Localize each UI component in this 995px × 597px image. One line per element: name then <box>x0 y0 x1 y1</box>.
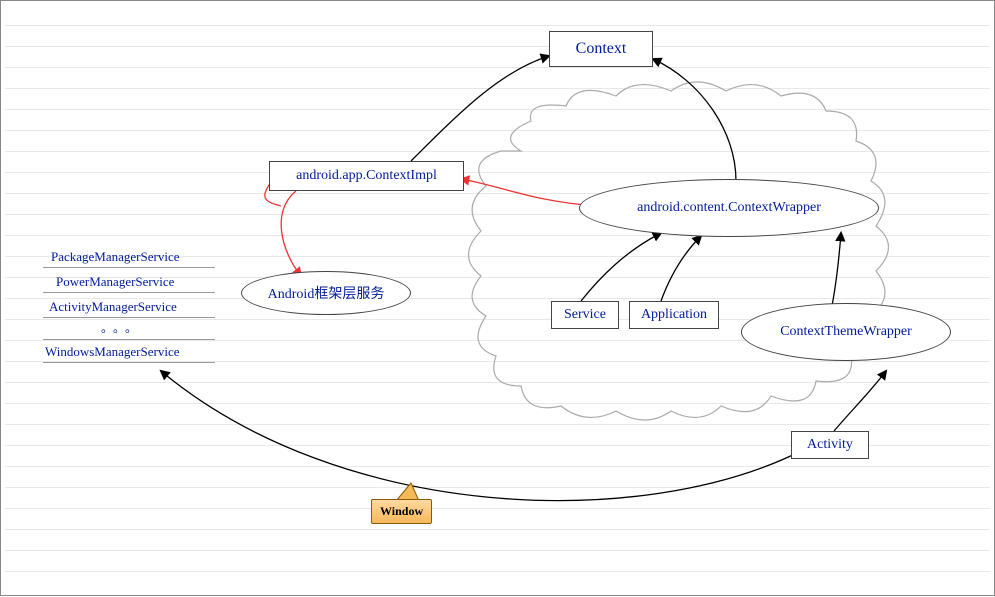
ruled-background <box>5 5 990 591</box>
service-underline <box>43 339 215 340</box>
service-item: WindowsManagerService <box>45 344 180 360</box>
service-item: PackageManagerService <box>51 249 180 265</box>
service-item: PowerManagerService <box>56 274 174 290</box>
diagram-canvas: Context android.app.ContextImpl Android框… <box>0 0 995 596</box>
service-ellipsis: 。。。 <box>101 319 143 336</box>
service-item: ActivityManagerService <box>49 299 177 315</box>
node-contextwrapper: android.content.ContextWrapper <box>579 179 879 237</box>
node-themewrapper: ContextThemeWrapper <box>741 303 951 361</box>
node-service: Service <box>551 301 619 329</box>
node-framework-services: Android框架层服务 <box>241 271 411 315</box>
service-underline <box>43 292 215 293</box>
service-underline <box>43 267 215 268</box>
service-underline <box>43 317 215 318</box>
note-window: Window <box>371 499 432 524</box>
node-application: Application <box>629 301 719 329</box>
node-contextimpl: android.app.ContextImpl <box>269 161 464 191</box>
node-activity: Activity <box>791 431 869 459</box>
service-underline <box>43 362 215 363</box>
node-context: Context <box>549 31 653 67</box>
